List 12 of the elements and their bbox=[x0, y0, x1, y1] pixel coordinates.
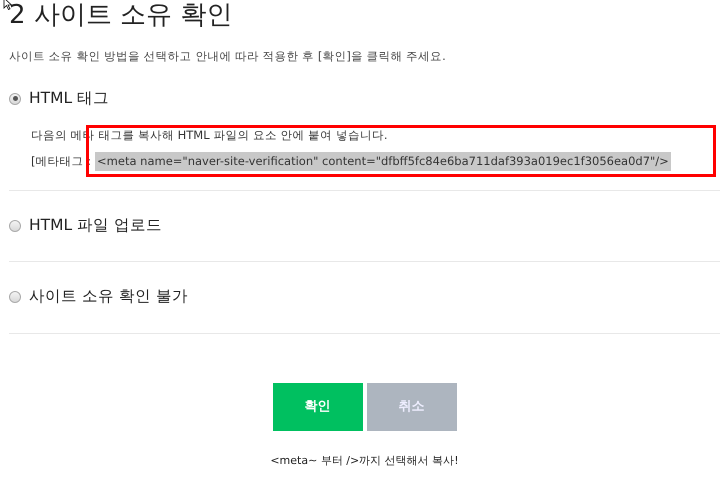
meta-tag-code: <meta name="naver-site-verification" content="dfbff5fc84e6ba711daf393a019ec1f3056ea0d7"/> bbox=[95, 152, 671, 171]
page-title: 2 사이트 소유 확인 bbox=[9, 0, 234, 30]
option-label: HTML 파일 업로드 bbox=[29, 215, 162, 236]
option-label: 사이트 소유 확인 불가 bbox=[29, 286, 188, 308]
confirm-button[interactable]: 확인 bbox=[272, 382, 362, 430]
radio-button[interactable] bbox=[9, 220, 21, 232]
radio-button[interactable] bbox=[9, 290, 21, 303]
caption-text: <meta~ 부터 />까지 선택해서 복사! bbox=[270, 452, 459, 468]
option-label: HTML 태그 bbox=[29, 88, 110, 110]
radio-button[interactable] bbox=[9, 92, 21, 105]
instruction-text: 사이트 소유 확인 방법을 선택하고 안내에 따라 적용한 후 [확인]을 클릭해 주세요. bbox=[9, 48, 447, 65]
cancel-button[interactable]: 취소 bbox=[366, 382, 456, 430]
